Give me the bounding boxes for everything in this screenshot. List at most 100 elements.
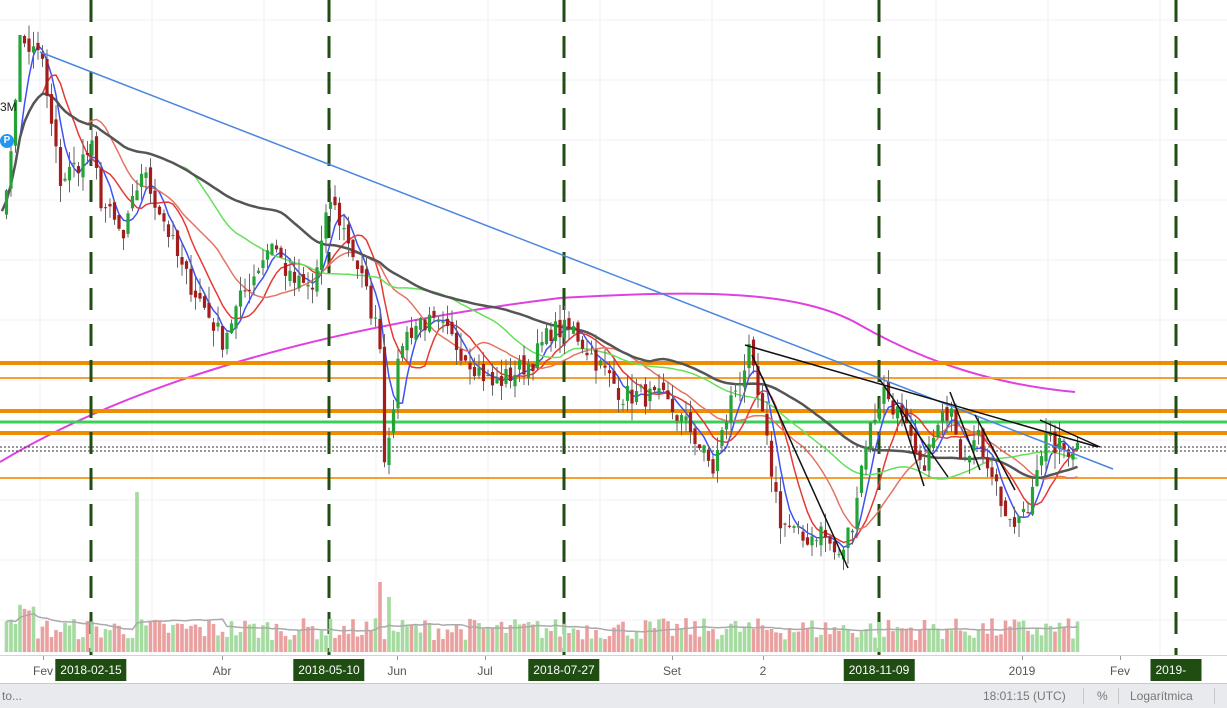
volume-bar xyxy=(216,635,220,652)
percent-toggle[interactable]: % xyxy=(1097,689,1108,703)
candle xyxy=(567,311,571,340)
candle xyxy=(436,316,441,330)
candle xyxy=(72,146,76,178)
candle xyxy=(211,318,216,347)
candle xyxy=(364,255,369,290)
candle xyxy=(774,466,778,503)
volume-bar xyxy=(99,637,103,652)
price-chart[interactable] xyxy=(0,0,1227,655)
candle xyxy=(103,203,108,223)
candle xyxy=(63,172,67,182)
volume-bar xyxy=(490,628,495,652)
volume-bar xyxy=(972,637,976,652)
volume-bar xyxy=(945,629,949,652)
candle xyxy=(616,377,621,413)
volume-bar xyxy=(130,637,135,652)
time-axis[interactable]: Fev Abr Jun Jul Set 2 2019 Fev 2018-02-15 2018-05… xyxy=(0,655,1227,699)
candle xyxy=(342,213,346,241)
volume-bar xyxy=(922,619,927,652)
trend-lines[interactable] xyxy=(39,51,1114,569)
log-scale-toggle[interactable]: Logarítmica xyxy=(1130,689,1193,703)
volume-bar xyxy=(985,633,990,652)
volume-bar xyxy=(1003,620,1008,652)
candle xyxy=(445,305,450,335)
ma-5-line xyxy=(1,43,1078,549)
volume-ma-line xyxy=(6,612,1078,633)
volume-bar xyxy=(306,626,310,652)
candle xyxy=(760,382,765,412)
volume-bar xyxy=(999,634,1003,652)
volume-bar xyxy=(459,629,463,652)
volume-bar xyxy=(751,629,756,652)
candle xyxy=(400,343,405,362)
volume-bar xyxy=(621,621,625,652)
volume-bar xyxy=(909,627,913,652)
volume-bar xyxy=(400,620,405,652)
candle xyxy=(229,319,234,334)
volume-bar xyxy=(126,638,130,652)
candle xyxy=(36,31,40,60)
volume-bar xyxy=(531,624,535,652)
volume-bar xyxy=(292,635,297,652)
candle xyxy=(607,361,612,388)
candle xyxy=(535,329,540,370)
volume-bar xyxy=(18,604,22,652)
volume-bar xyxy=(103,628,108,652)
volume-bar xyxy=(414,625,418,652)
volume-bar xyxy=(553,619,558,652)
volume-bar xyxy=(576,629,580,652)
candle xyxy=(166,220,171,248)
candle xyxy=(958,437,963,460)
volume-bar xyxy=(135,492,139,652)
volume-bar xyxy=(117,625,121,652)
volume-bar xyxy=(598,637,603,652)
volume-bar xyxy=(981,623,985,652)
volume-bar xyxy=(499,621,504,652)
candle xyxy=(810,526,814,557)
volume-bar xyxy=(949,630,954,652)
volume-bar xyxy=(544,628,549,652)
volume-bar xyxy=(378,582,382,652)
candle xyxy=(1035,454,1039,487)
candle xyxy=(778,476,783,544)
volume-bar xyxy=(463,639,468,652)
volume-bar xyxy=(603,639,607,652)
volume-bar xyxy=(445,629,450,652)
candle xyxy=(225,330,229,355)
p-badge[interactable]: P xyxy=(0,134,14,148)
candle xyxy=(873,403,877,426)
volume-bar xyxy=(963,631,967,652)
volume-bar xyxy=(432,639,436,652)
candle xyxy=(234,304,238,340)
volume-bar xyxy=(837,630,841,652)
volume-bar xyxy=(139,619,144,652)
volume-bar xyxy=(900,628,904,652)
volume-bar xyxy=(805,628,810,652)
candle xyxy=(315,259,319,297)
volume-bar xyxy=(693,621,697,652)
volume-bar xyxy=(607,635,612,652)
volume-bar xyxy=(756,618,760,652)
clock[interactable]: 18:01:15 (UTC) xyxy=(983,689,1066,703)
volume-bar xyxy=(279,631,283,652)
volume-bar xyxy=(585,625,589,652)
volume-bar xyxy=(162,623,166,652)
volume-bar xyxy=(301,618,306,652)
status-left-text: to... xyxy=(2,689,23,703)
volume-bar xyxy=(589,638,594,652)
volume-bar xyxy=(918,630,922,652)
volume-bar xyxy=(1075,621,1080,652)
candle xyxy=(864,440,868,475)
volume-bar xyxy=(387,597,391,652)
volume-bar xyxy=(571,628,576,652)
candle xyxy=(918,444,922,469)
volume-bar xyxy=(450,632,454,652)
date-marker-label: 2018-07-27 xyxy=(528,659,600,681)
candle xyxy=(99,162,103,212)
volume-bar xyxy=(324,635,328,652)
volume-bar xyxy=(697,636,702,652)
volume-bar xyxy=(1008,626,1012,652)
candle xyxy=(117,214,121,232)
x-tick-label: 2019 xyxy=(1008,664,1036,678)
candle xyxy=(337,197,342,241)
